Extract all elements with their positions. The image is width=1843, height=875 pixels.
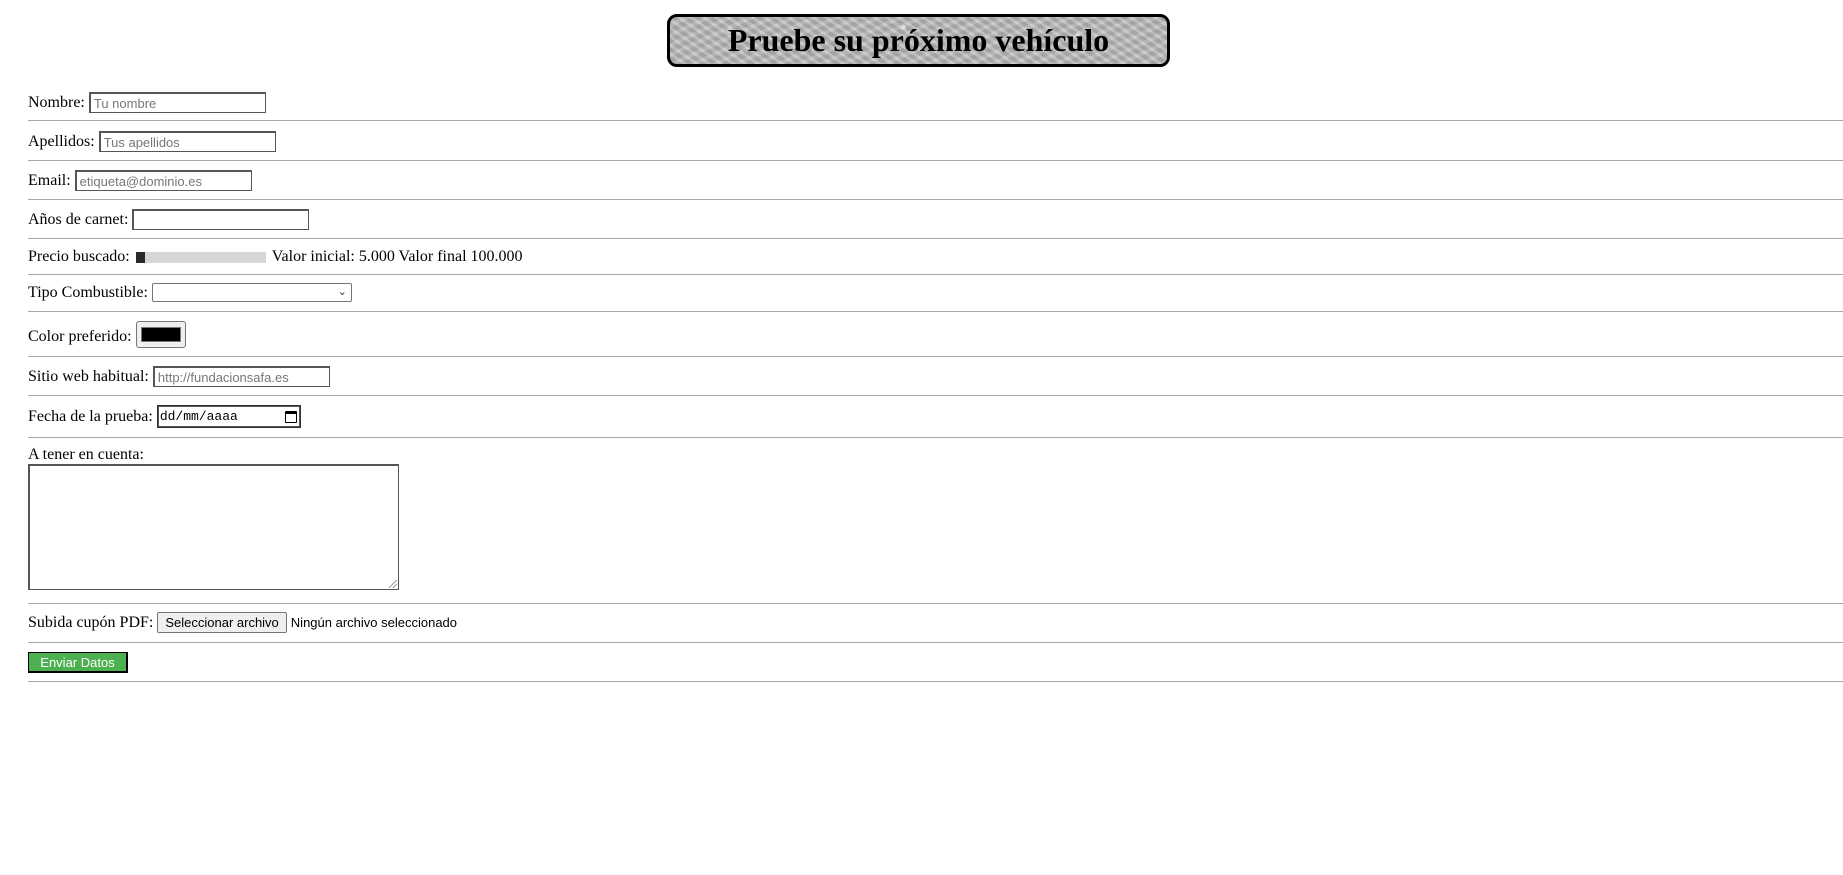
notas-row: A tener en cuenta:: [28, 446, 148, 464]
color-swatch: [140, 327, 181, 342]
divider: [28, 160, 1843, 161]
apellidos-label: Apellidos:: [28, 132, 95, 150]
precio-slider-fill: [135, 251, 145, 263]
fecha-label: Fecha de la prueba:: [28, 407, 153, 425]
color-picker[interactable]: [135, 321, 186, 348]
divider: [28, 311, 1843, 312]
divider: [28, 238, 1843, 239]
anios-carnet-input[interactable]: [132, 209, 310, 230]
precio-row: Precio buscado: Valor inicial: 5.000 Val…: [28, 248, 523, 266]
divider: [28, 274, 1843, 275]
divider: [28, 120, 1843, 121]
calendar-icon[interactable]: [284, 410, 297, 423]
resize-grip-icon[interactable]: [389, 580, 397, 588]
fecha-row: Fecha de la prueba: dd/mm/aaaa: [28, 405, 301, 428]
divider: [28, 199, 1843, 200]
sitio-web-input[interactable]: http://fundacionsafa.es: [152, 366, 330, 387]
apellidos-input[interactable]: Tus apellidos: [98, 131, 276, 152]
cupon-file-status: Ningún archivo seleccionado: [290, 615, 458, 630]
nombre-row: Nombre: Tu nombre: [28, 92, 266, 113]
nombre-input[interactable]: Tu nombre: [88, 92, 266, 113]
precio-slider[interactable]: [135, 251, 266, 263]
cupon-label: Subida cupón PDF:: [28, 613, 154, 631]
combustible-select[interactable]: ⌄: [151, 283, 352, 302]
divider: [28, 356, 1843, 357]
apellidos-row: Apellidos: Tus apellidos: [28, 131, 276, 152]
divider: [28, 681, 1843, 682]
nombre-placeholder: Tu nombre: [93, 95, 157, 111]
fecha-input[interactable]: dd/mm/aaaa: [156, 405, 301, 428]
submit-button[interactable]: Enviar Datos: [28, 652, 128, 673]
anios-carnet-row: Años de carnet:: [28, 209, 310, 230]
notas-textarea[interactable]: [28, 464, 399, 590]
cupon-row: Subida cupón PDF: Seleccionar archivo Ni…: [28, 612, 457, 633]
sitio-web-row: Sitio web habitual: http://fundacionsafa…: [28, 366, 330, 387]
email-placeholder: etiqueta@dominio.es: [79, 173, 202, 189]
fecha-placeholder: dd/mm/aaaa: [159, 409, 238, 424]
page-title: Pruebe su próximo vehículo: [727, 22, 1110, 58]
email-row: Email: etiqueta@dominio.es: [28, 170, 252, 191]
submit-row: Enviar Datos: [28, 652, 128, 673]
precio-range-text: Valor inicial: 5.000 Valor final 100.000: [271, 248, 523, 265]
notas-label: A tener en cuenta:: [28, 446, 144, 463]
email-input[interactable]: etiqueta@dominio.es: [74, 170, 252, 191]
combustible-row: Tipo Combustible: ⌄: [28, 283, 352, 302]
email-label: Email:: [28, 171, 71, 189]
combustible-label: Tipo Combustible:: [28, 283, 148, 301]
anios-carnet-label: Años de carnet:: [28, 210, 129, 228]
page-header: Pruebe su próximo vehículo: [667, 14, 1170, 67]
nombre-label: Nombre:: [28, 93, 85, 111]
color-label: Color preferido:: [28, 328, 132, 345]
divider: [28, 395, 1843, 396]
sitio-web-label: Sitio web habitual:: [28, 367, 149, 385]
cupon-file-button[interactable]: Seleccionar archivo: [157, 612, 287, 633]
sitio-web-placeholder: http://fundacionsafa.es: [157, 369, 289, 385]
divider: [28, 642, 1843, 643]
color-row: Color preferido:: [28, 321, 186, 348]
divider: [28, 603, 1843, 604]
precio-label: Precio buscado:: [28, 248, 130, 265]
divider: [28, 437, 1843, 438]
apellidos-placeholder: Tus apellidos: [103, 134, 180, 150]
chevron-down-icon: ⌄: [337, 285, 347, 298]
